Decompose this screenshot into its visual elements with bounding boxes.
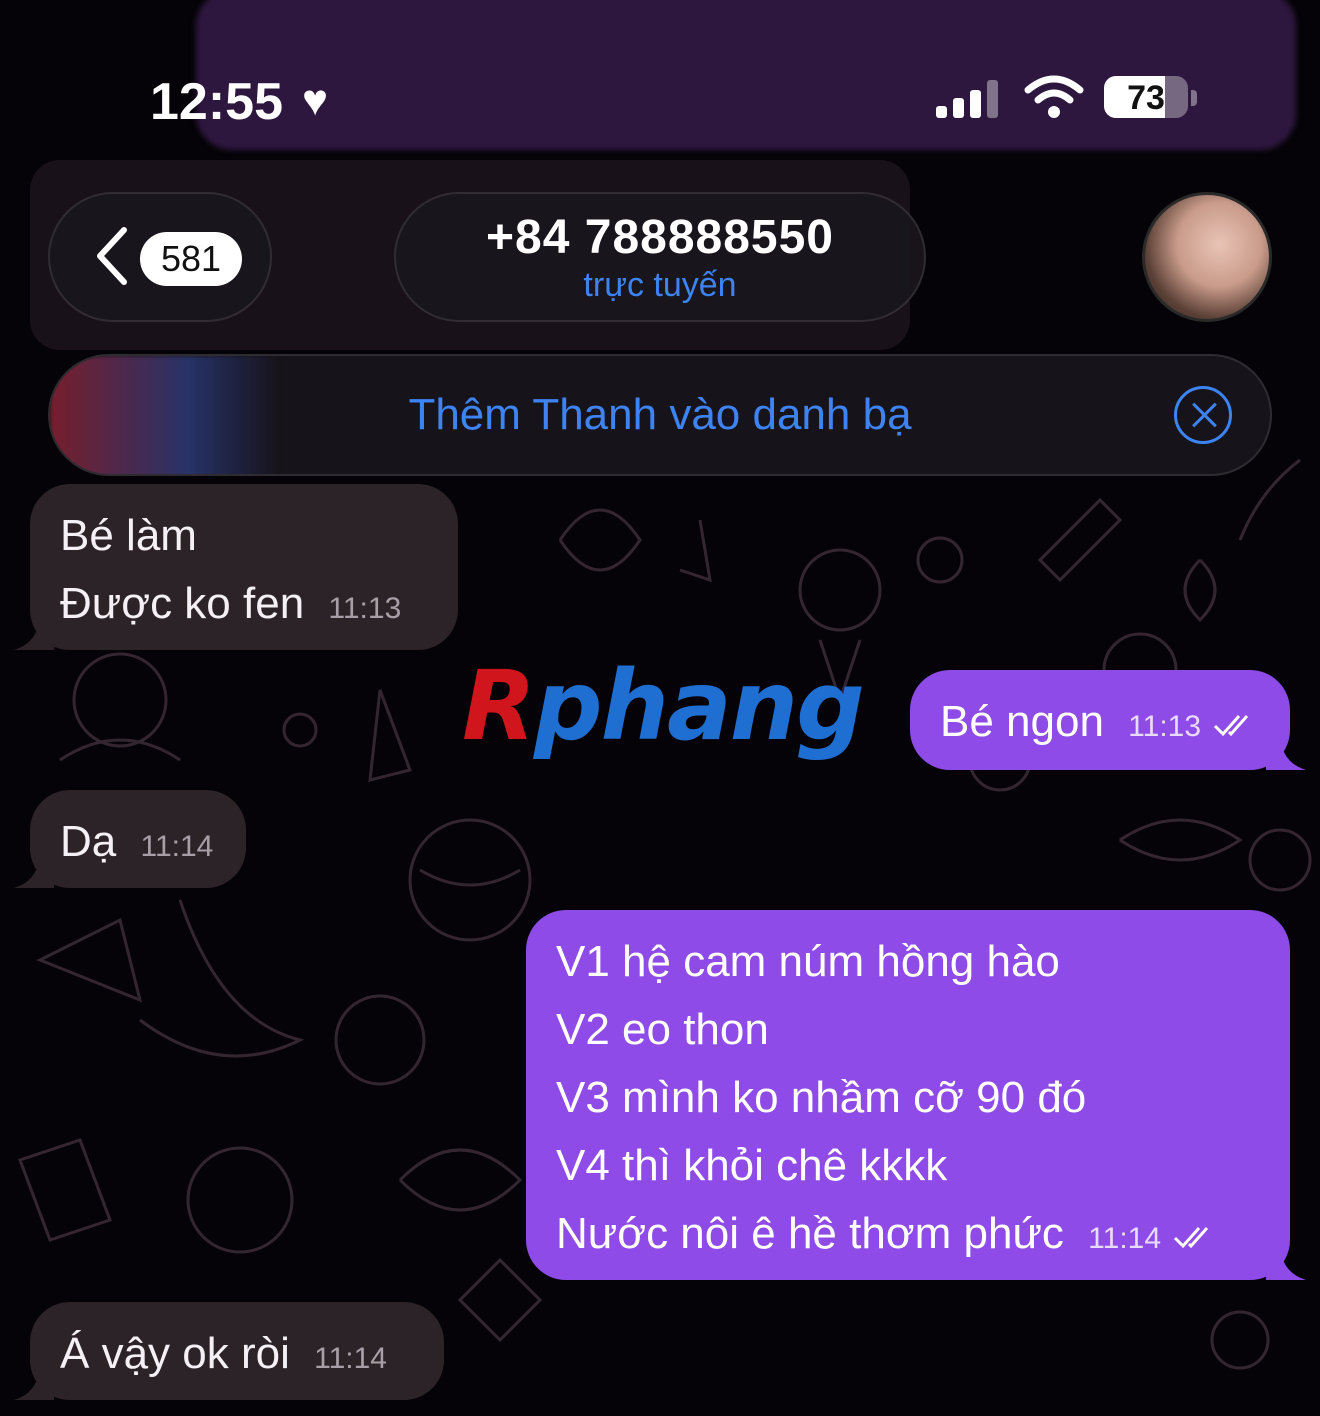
watermark-first-letter: R: [462, 650, 536, 762]
message-text: V4 thì khỏi chê kkkk: [556, 1141, 948, 1190]
message-bubble[interactable]: Dạ 11:14: [30, 790, 246, 888]
chat-title[interactable]: +84 788888550 trực tuyến: [394, 192, 926, 322]
read-receipt-icon: [1214, 715, 1249, 737]
bubble-tail: [14, 1362, 54, 1400]
bubble-tail: [14, 612, 54, 650]
close-icon[interactable]: [1174, 386, 1232, 444]
message-text: Bé làm: [60, 511, 197, 560]
message-bubble[interactable]: Bé ngon 11:13: [910, 670, 1290, 770]
message-text: Dạ 11:14: [60, 817, 214, 866]
message-bubble[interactable]: Á vậy ok ròi 11:14: [30, 1302, 444, 1400]
message-text: Nước nôi ê hề thơm phức 11:14: [556, 1200, 1260, 1273]
back-button[interactable]: 581: [48, 192, 272, 322]
message-text: Bé ngon 11:13: [940, 688, 1260, 761]
bubble-tail: [14, 850, 54, 888]
contact-status: trực tuyến: [583, 266, 737, 304]
watermark-logo: Rphang: [462, 656, 865, 756]
battery-percent: 73: [1127, 79, 1165, 117]
bubble-tail: [1266, 1242, 1306, 1280]
message-bubble[interactable]: Bé làm Được ko fen 11:13: [30, 484, 458, 650]
bubble-tail: [1266, 732, 1306, 770]
wifi-icon: [1024, 75, 1084, 118]
message-text: Á vậy ok ròi 11:14: [60, 1329, 387, 1378]
contact-number: +84 788888550: [485, 211, 834, 264]
battery-tip: [1191, 90, 1197, 106]
message-time: 11:14: [1088, 1222, 1162, 1255]
message-time: 11:14: [314, 1342, 387, 1375]
message-time: 11:13: [1128, 710, 1202, 743]
watermark-rest: phang: [533, 650, 865, 762]
add-contact-banner[interactable]: Thêm Thanh vào danh bạ: [48, 354, 1272, 476]
message-bubble[interactable]: V1 hệ cam núm hồng hào V2 eo thon V3 mìn…: [526, 910, 1290, 1280]
message-text: V2 eo thon: [556, 1005, 769, 1054]
heart-icon: ♥: [302, 76, 329, 125]
battery-icon: 73: [1104, 76, 1188, 118]
message-time: 11:13: [328, 592, 402, 625]
clock: 12:55: [150, 73, 283, 131]
status-bar: 12:55 ♥ 73: [0, 60, 1320, 140]
message-time: 11:14: [140, 830, 214, 863]
message-text: V3 mình ko nhầm cỡ 90 đó: [556, 1073, 1087, 1122]
unread-count-badge: 581: [140, 232, 242, 286]
read-receipt-icon: [1174, 1227, 1209, 1249]
chevron-left-icon: [97, 227, 127, 285]
add-contact-label: Thêm Thanh vào danh bạ: [408, 390, 912, 439]
avatar[interactable]: [1142, 192, 1272, 322]
message-text: Được ko fen 11:13: [60, 579, 402, 628]
message-text: V1 hệ cam núm hồng hào: [556, 937, 1060, 986]
cellular-signal-icon: [936, 78, 1006, 118]
